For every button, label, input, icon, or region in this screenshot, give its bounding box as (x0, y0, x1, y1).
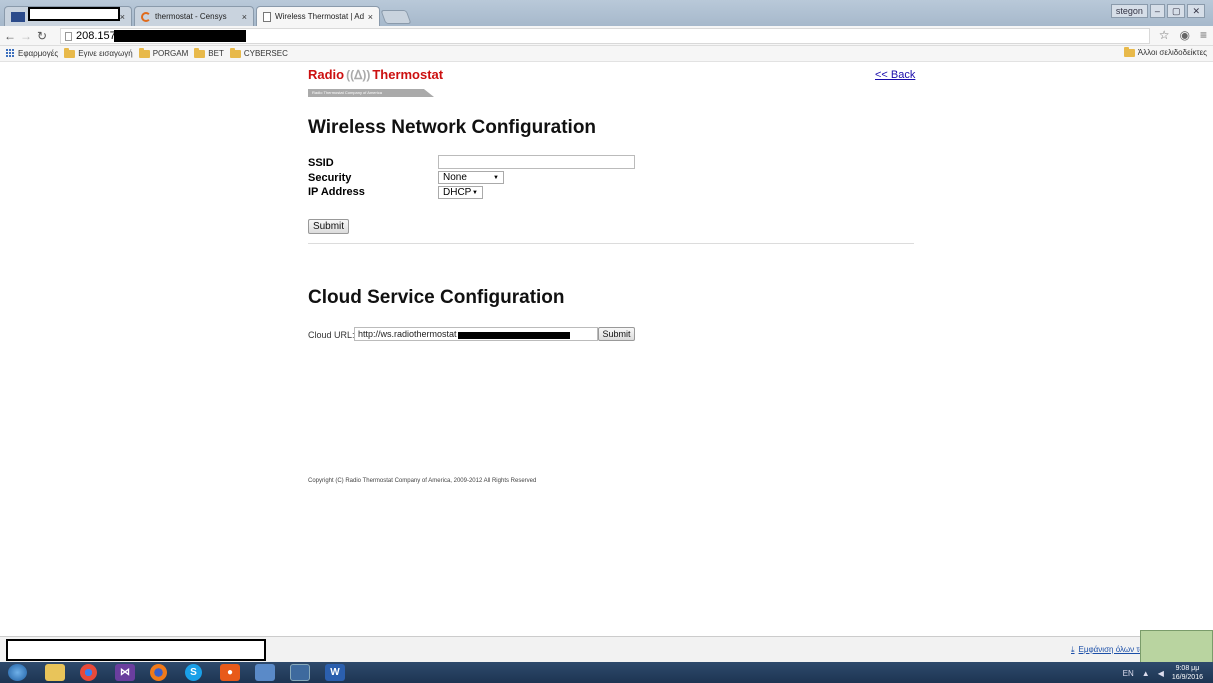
minimize-button[interactable]: – (1149, 4, 1165, 18)
reload-icon[interactable]: ↻ (34, 29, 50, 43)
thumbnail-overlay (1140, 630, 1213, 666)
logo-text-thermostat: Thermostat (372, 67, 444, 82)
back-arrow-icon[interactable]: ← (2, 29, 18, 43)
security-value: None (443, 172, 467, 183)
ip-address-value: DHCP (443, 187, 472, 198)
security-label: Security (308, 172, 352, 184)
wireless-config-title: Wireless Network Configuration (308, 117, 597, 138)
wireless-submit-button[interactable]: Submit (308, 219, 349, 234)
download-icon: ⤓ (1071, 645, 1075, 654)
close-icon[interactable]: × (120, 12, 125, 22)
skype-icon[interactable]: S (185, 664, 202, 681)
media-app-icon[interactable]: ● (220, 664, 240, 681)
window-controls: stegon – ▢ ✕ (1110, 4, 1205, 20)
user-profile-button[interactable]: stegon (1110, 4, 1148, 18)
page-icon (263, 11, 271, 22)
cloud-submit-button[interactable]: Submit (598, 327, 635, 341)
redaction-box (458, 332, 570, 339)
bookmark-apps[interactable]: Εφαρμογές (6, 49, 58, 58)
extension-icon[interactable]: ◉ (1180, 28, 1190, 42)
tab-censys[interactable]: thermostat - Censys × (134, 6, 254, 26)
ip-address-select[interactable]: DHCP ▼ (438, 186, 483, 199)
bookmark-label: Εφαρμογές (18, 49, 59, 58)
apps-icon (6, 49, 15, 58)
logo-tagline: Radio Thermostat Company of America (308, 89, 434, 97)
security-select[interactable]: None ▼ (438, 171, 504, 184)
star-icon[interactable]: ☆ (1159, 28, 1170, 42)
cloud-config-title: Cloud Service Configuration (308, 287, 565, 308)
start-button-icon[interactable] (8, 664, 27, 681)
menu-icon[interactable]: ≡ (1200, 28, 1207, 42)
dropdown-arrow-icon: ▼ (493, 174, 499, 181)
radio-thermostat-logo: Radio ((ᐃ)) Thermostat Radio Thermostat … (308, 67, 443, 101)
tab-label: thermostat - Censys (155, 12, 227, 21)
bookmark-label: CYBERSEC (243, 49, 288, 58)
close-icon[interactable]: × (242, 12, 247, 22)
copyright-text: Copyright (C) Radio Thermostat Company o… (308, 478, 537, 484)
back-link[interactable]: << Back (875, 69, 915, 81)
tab-label: Wireless Thermostat | Ad (275, 12, 364, 21)
word-icon[interactable]: W (325, 664, 345, 681)
windows-taskbar: ⋈ S ● W EN ▲ ◀ 9:08 μμ 16/9/2016 (0, 662, 1213, 683)
bookmark-imported[interactable]: Εγινε εισαγωγή (64, 47, 133, 58)
forward-arrow-icon[interactable]: → (18, 29, 34, 43)
page-content: Radio ((ᐃ)) Thermostat Radio Thermostat … (0, 62, 1213, 636)
folder-icon (229, 47, 241, 58)
redaction-box (114, 30, 246, 42)
redaction-box (6, 639, 266, 661)
redaction-box (28, 7, 120, 21)
dropdown-arrow-icon: ▼ (472, 189, 478, 196)
system-tray: EN ▲ ◀ 9:08 μμ 16/9/2016 (1123, 664, 1203, 682)
folder-icon (138, 47, 150, 58)
bookmarks-bar: Εφαρμογές Εγινε εισαγωγή PORGAM BET CYBE… (0, 46, 1213, 62)
network-icon[interactable]: ▲ (1142, 669, 1150, 678)
clock[interactable]: 9:08 μμ 16/9/2016 (1172, 664, 1203, 682)
close-icon[interactable]: × (368, 12, 373, 22)
bookmark-bet[interactable]: BET (194, 47, 224, 58)
bookmark-label: Άλλοι σελιδοδείκτες (1137, 48, 1207, 57)
clock-time: 9:08 μμ (1175, 665, 1200, 672)
antenna-tower-icon: ((ᐃ)) (346, 67, 371, 82)
bookmark-label: PORGAM (152, 49, 189, 58)
language-indicator[interactable]: EN (1123, 669, 1134, 678)
url-text: 208.157 (76, 30, 116, 42)
section-divider (308, 243, 914, 244)
taskbar-app-icon[interactable] (255, 664, 275, 681)
bookmark-label: BET (208, 49, 224, 58)
cloud-url-value: http://ws.radiothermostat (358, 329, 457, 339)
site-favicon-icon (11, 11, 25, 22)
ssid-label: SSID (308, 157, 334, 169)
page-icon (65, 31, 72, 41)
bookmark-label: Εγινε εισαγωγή (78, 49, 133, 58)
ip-address-label: IP Address (308, 186, 365, 198)
new-tab-button[interactable] (380, 10, 412, 24)
other-bookmarks[interactable]: Άλλοι σελιδοδείκτες (1123, 46, 1207, 57)
bookmark-cybersec[interactable]: CYBERSEC (229, 47, 288, 58)
tab-wireless-thermostat[interactable]: Wireless Thermostat | Ad × (256, 6, 380, 26)
ssid-input[interactable] (438, 155, 635, 169)
visual-studio-icon[interactable]: ⋈ (115, 664, 135, 681)
chrome-icon[interactable] (80, 664, 97, 681)
tab-bar: × thermostat - Censys × Wireless Thermos… (0, 0, 1213, 26)
download-bar: ⤓ Εμφάνιση όλων των λήψεων... (0, 636, 1213, 662)
clock-date: 16/9/2016 (1171, 674, 1203, 681)
file-explorer-icon[interactable] (45, 664, 65, 681)
logo-text-radio: Radio (308, 67, 345, 82)
firefox-icon[interactable] (150, 664, 167, 681)
toolbar-actions: ☆ ◉ ≡ (1159, 28, 1207, 42)
folder-icon (1123, 46, 1135, 57)
folder-icon (194, 47, 206, 58)
maximize-button[interactable]: ▢ (1166, 4, 1186, 18)
volume-icon[interactable]: ◀ (1158, 669, 1164, 678)
window-close-button[interactable]: ✕ (1187, 4, 1205, 18)
folder-icon (64, 47, 76, 58)
chrome-active-icon[interactable] (290, 664, 310, 681)
censys-favicon-icon (141, 11, 151, 22)
cloud-url-label: Cloud URL: (308, 330, 355, 340)
bookmark-porgam[interactable]: PORGAM (138, 47, 189, 58)
